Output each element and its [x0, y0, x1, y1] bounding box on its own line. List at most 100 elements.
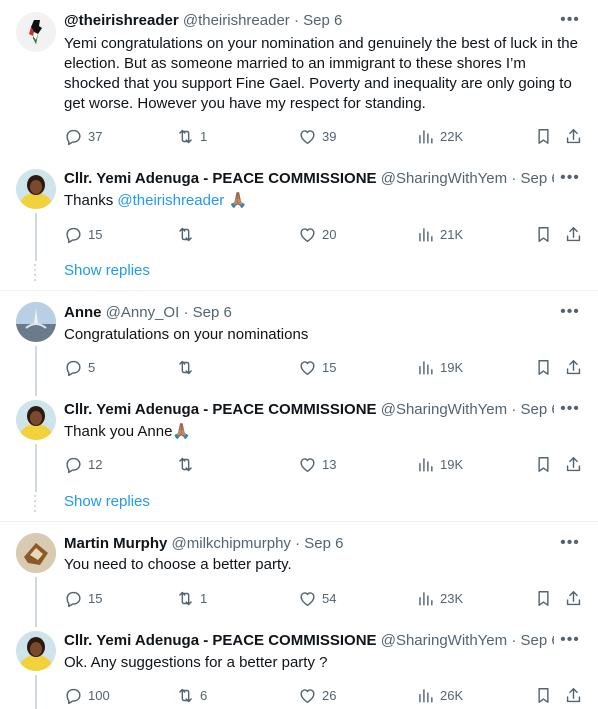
more-icon[interactable]: ••• [560, 12, 580, 34]
share-button[interactable] [564, 685, 583, 705]
views-button[interactable]: 19K [416, 357, 463, 377]
like-button[interactable]: 13 [298, 454, 336, 474]
author-name[interactable]: Cllr. Yemi Adenuga - PEACE COMMISSIONE [64, 170, 377, 187]
reply-button[interactable]: 15 [64, 588, 102, 608]
avatar[interactable] [16, 12, 56, 52]
author-handle[interactable]: @theirishreader [183, 12, 290, 29]
reply-count: 12 [88, 456, 103, 472]
author-handle[interactable]: @Anny_OI [106, 304, 180, 321]
reply-button[interactable]: 12 [64, 454, 102, 474]
like-icon [298, 225, 317, 244]
reply-button[interactable]: 100 [64, 685, 110, 705]
show-replies-link[interactable]: Show replies [64, 492, 150, 512]
more-icon[interactable]: ••• [560, 304, 580, 326]
reply-button[interactable]: 15 [64, 224, 102, 244]
timestamp[interactable]: Sep 6 [520, 170, 554, 187]
more-icon[interactable]: ••• [560, 632, 580, 654]
author-name[interactable]: Cllr. Yemi Adenuga - PEACE COMMISSIONE [64, 401, 377, 418]
bookmark-icon [534, 127, 553, 146]
author-name[interactable]: Anne [64, 304, 102, 321]
views-button[interactable]: 26K [416, 685, 463, 705]
view-count: 21K [440, 226, 464, 242]
mention-link[interactable]: @theirishreader [117, 192, 224, 209]
avatar[interactable] [16, 169, 56, 209]
like-icon [298, 686, 317, 705]
tweet-text-suffix: 🙏🏽 [224, 192, 248, 209]
separator: · [295, 535, 301, 552]
views-button[interactable]: 19K [416, 454, 463, 474]
avatar[interactable] [16, 533, 56, 573]
views-button[interactable]: 22K [416, 126, 463, 146]
more-icon[interactable]: ••• [560, 401, 580, 423]
tweet[interactable]: Cllr. Yemi Adenuga - PEACE COMMISSIONE @… [0, 391, 598, 492]
retweet-button[interactable]: 1 [176, 588, 207, 608]
retweet-button[interactable] [176, 357, 200, 377]
timestamp[interactable]: Sep 6 [520, 632, 554, 649]
author-handle[interactable]: @SharingWithYem [381, 401, 507, 418]
author-handle[interactable]: @SharingWithYem [381, 170, 507, 187]
share-button[interactable] [564, 454, 583, 474]
retweet-button[interactable]: 1 [176, 126, 207, 146]
views-button[interactable]: 21K [416, 224, 463, 244]
author-handle[interactable]: @SharingWithYem [381, 632, 507, 649]
retweet-button[interactable] [176, 454, 200, 474]
retweet-button[interactable]: 6 [176, 685, 207, 705]
avatar[interactable] [16, 400, 56, 440]
tweet[interactable]: Martin Murphy @milkchipmurphy · Sep 6 ••… [0, 522, 598, 627]
show-replies-link[interactable]: Show replies [64, 261, 150, 281]
bookmark-button[interactable] [534, 357, 553, 377]
reply-button[interactable]: 37 [64, 126, 102, 146]
separator: · [511, 401, 517, 418]
separator: · [293, 12, 299, 29]
timestamp[interactable]: Sep 6 [304, 535, 343, 552]
reply-button[interactable]: 5 [64, 357, 95, 377]
author-name[interactable]: Cllr. Yemi Adenuga - PEACE COMMISSIONE [64, 632, 377, 649]
view-count: 19K [440, 359, 464, 375]
bookmark-button[interactable] [534, 685, 553, 705]
view-count: 23K [440, 590, 464, 606]
tweet-header: @theirishreader @theirishreader · Sep 6 [64, 11, 554, 31]
separator: · [511, 632, 517, 649]
bookmark-button[interactable] [534, 126, 553, 146]
like-count: 15 [322, 359, 337, 375]
views-icon [416, 358, 435, 377]
timestamp[interactable]: Sep 6 [193, 304, 232, 321]
share-button[interactable] [564, 224, 583, 244]
bookmark-button[interactable] [534, 454, 553, 474]
author-name[interactable]: Martin Murphy [64, 535, 167, 552]
author-name[interactable]: @theirishreader [64, 12, 179, 29]
views-icon [416, 589, 435, 608]
bookmark-button[interactable] [534, 224, 553, 244]
author-handle[interactable]: @milkchipmurphy [172, 535, 291, 552]
tweet-text: Congratulations on your nominations [64, 326, 309, 343]
timestamp[interactable]: Sep 6 [303, 12, 342, 29]
more-icon[interactable]: ••• [560, 535, 580, 557]
retweet-count: 1 [200, 128, 208, 144]
tweet[interactable]: Cllr. Yemi Adenuga - PEACE COMMISSIONE @… [0, 622, 598, 709]
tweet[interactable]: Anne @Anny_OI · Sep 6 ••• Congratulation… [0, 291, 598, 396]
like-button[interactable]: 54 [298, 588, 336, 608]
share-button[interactable] [564, 588, 583, 608]
more-icon[interactable]: ••• [560, 170, 580, 192]
share-button[interactable] [564, 126, 583, 146]
retweet-button[interactable] [176, 224, 200, 244]
like-button[interactable]: 26 [298, 685, 336, 705]
tweet-actions: 37 1 39 22K [64, 126, 582, 146]
like-button[interactable]: 15 [298, 357, 336, 377]
bookmark-button[interactable] [534, 588, 553, 608]
tweet-actions: 12 13 19K [64, 454, 582, 474]
share-icon [564, 455, 583, 474]
retweet-icon [176, 589, 195, 608]
tweet[interactable]: @theirishreader @theirishreader · Sep 6 … [0, 0, 598, 160]
tweet-text: Thanks @theirishreader 🙏🏽 [64, 191, 580, 211]
palestine-map-avatar-icon [29, 20, 42, 44]
like-button[interactable]: 39 [298, 126, 336, 146]
avatar[interactable] [16, 302, 56, 342]
timestamp[interactable]: Sep 6 [520, 401, 554, 418]
share-button[interactable] [564, 357, 583, 377]
like-button[interactable]: 20 [298, 224, 336, 244]
separator: · [511, 170, 517, 187]
avatar[interactable] [16, 631, 56, 671]
tweet[interactable]: Cllr. Yemi Adenuga - PEACE COMMISSIONE @… [0, 160, 598, 261]
views-button[interactable]: 23K [416, 588, 463, 608]
